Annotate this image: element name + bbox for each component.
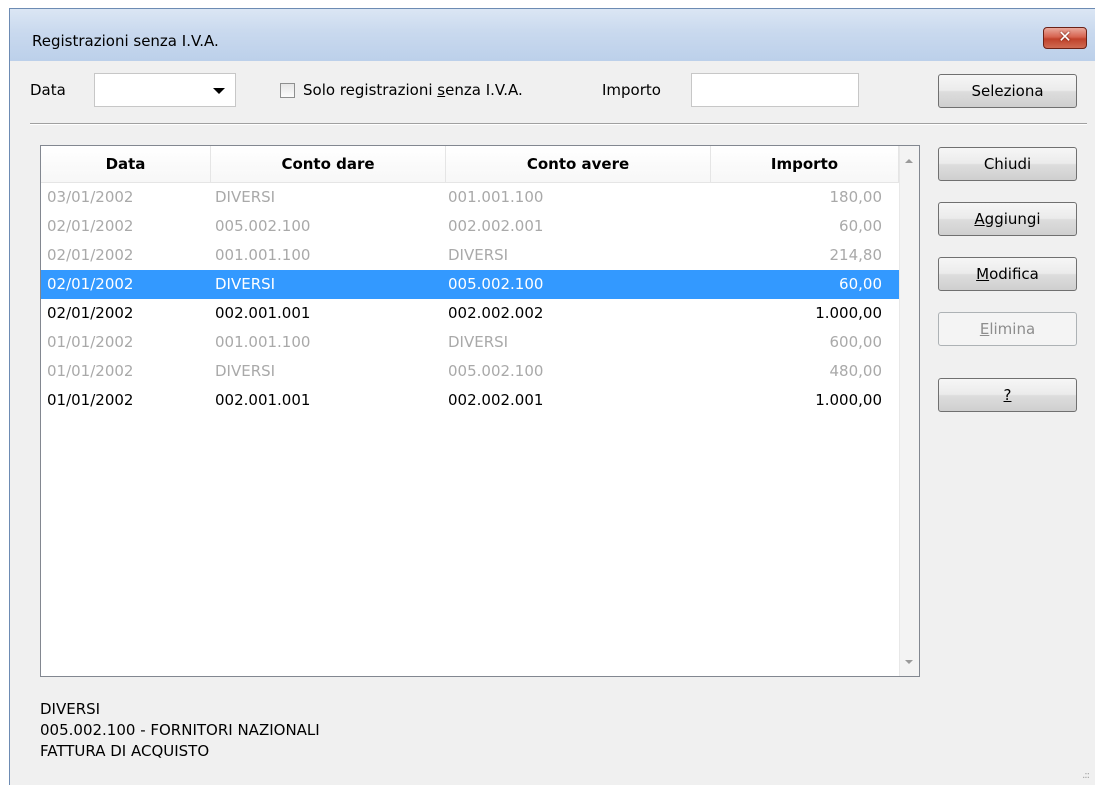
aggiungi-label: ggiungi	[984, 210, 1041, 228]
aggiungi-button[interactable]: Aggiungi	[938, 202, 1077, 236]
cell-importo: 60,00	[839, 275, 882, 293]
column-header-conto-dare[interactable]: Conto dare	[211, 146, 446, 182]
separator	[30, 123, 1087, 125]
cell-conto-avere: 002.002.001	[448, 391, 544, 409]
table-row[interactable]: 01/01/2002 002.001.001 002.002.001 1.000…	[41, 386, 899, 415]
cell-importo: 600,00	[829, 333, 883, 351]
chiudi-button[interactable]: Chiudi	[938, 147, 1077, 181]
cell-data: 03/01/2002	[47, 188, 134, 206]
table-row[interactable]: 02/01/2002 002.001.001 002.002.002 1.000…	[41, 299, 899, 328]
cell-data: 02/01/2002	[47, 246, 134, 264]
column-header-importo[interactable]: Importo	[711, 146, 899, 182]
table-row[interactable]: 01/01/2002 001.001.100 DIVERSI 600,00	[41, 328, 899, 357]
cell-conto-avere: 005.002.100	[448, 362, 544, 380]
cell-conto-dare: 002.001.001	[215, 304, 311, 322]
column-header-data[interactable]: Data	[41, 146, 211, 182]
detail-line-2: 005.002.100 - FORNITORI NAZIONALI	[40, 721, 320, 739]
cell-data: 02/01/2002	[47, 304, 134, 322]
scroll-down-arrow-icon[interactable]	[905, 660, 913, 664]
cell-conto-avere: 001.001.100	[448, 188, 544, 206]
resize-grip-icon[interactable]: .::	[1082, 770, 1090, 781]
cell-conto-dare: 002.001.001	[215, 391, 311, 409]
detail-line-3: FATTURA DI ACQUISTO	[40, 742, 210, 760]
dialog-window: Registrazioni senza I.V.A. ✕ Data Solo r…	[9, 8, 1095, 785]
solo-label-mnemonic: s	[437, 81, 446, 99]
table-row[interactable]: 03/01/2002 DIVERSI 001.001.100 180,00	[41, 183, 899, 212]
data-combobox[interactable]	[94, 73, 236, 107]
cell-data: 02/01/2002	[47, 275, 134, 293]
cell-conto-dare: 001.001.100	[215, 246, 311, 264]
cell-conto-avere: DIVERSI	[448, 333, 509, 351]
title-bar[interactable]: Registrazioni senza I.V.A. ✕	[10, 9, 1095, 61]
aggiungi-mnemonic: A	[974, 210, 985, 228]
importo-label: Importo	[602, 81, 661, 99]
cell-importo: 180,00	[829, 188, 883, 206]
modifica-mnemonic: M	[976, 265, 990, 283]
window-title: Registrazioni senza I.V.A.	[32, 32, 219, 50]
close-button[interactable]: ✕	[1043, 27, 1087, 49]
solo-label-part1: Solo registrazioni	[303, 81, 438, 99]
cell-data: 02/01/2002	[47, 217, 134, 235]
cell-conto-avere: DIVERSI	[448, 246, 509, 264]
help-button[interactable]: ?	[938, 378, 1077, 412]
cell-importo: 1.000,00	[815, 391, 882, 409]
cell-conto-dare: 001.001.100	[215, 333, 311, 351]
cell-data: 01/01/2002	[47, 333, 134, 351]
table-row-selected[interactable]: 02/01/2002 DIVERSI 005.002.100 60,00	[41, 270, 899, 299]
chevron-down-icon[interactable]	[213, 88, 225, 94]
seleziona-button[interactable]: Seleziona	[938, 74, 1077, 108]
solo-senza-iva-label[interactable]: Solo registrazioni senza I.V.A.	[303, 81, 523, 99]
cell-conto-dare: 005.002.100	[215, 217, 311, 235]
registrazioni-list[interactable]: Data Conto dare Conto avere Importo 03/0…	[40, 145, 920, 677]
data-label: Data	[30, 81, 66, 99]
cell-conto-dare: DIVERSI	[215, 362, 276, 380]
cell-data: 01/01/2002	[47, 391, 134, 409]
cell-importo: 60,00	[839, 217, 882, 235]
cell-conto-dare: DIVERSI	[215, 275, 276, 293]
elimina-label: limina	[989, 320, 1036, 338]
elimina-button[interactable]: Elimina	[938, 312, 1077, 346]
cell-conto-avere: 002.002.001	[448, 217, 544, 235]
detail-line-1: DIVERSI	[40, 700, 101, 718]
modifica-label: odifica	[989, 265, 1039, 283]
cell-importo: 480,00	[829, 362, 883, 380]
modifica-button[interactable]: Modifica	[938, 257, 1077, 291]
scroll-up-arrow-icon[interactable]	[905, 159, 913, 163]
close-icon: ✕	[1058, 27, 1072, 46]
cell-importo: 1.000,00	[815, 304, 882, 322]
vertical-scrollbar[interactable]	[899, 146, 919, 676]
solo-label-part2: enza I.V.A.	[445, 81, 523, 99]
cell-importo: 214,80	[829, 246, 883, 264]
importo-input[interactable]	[691, 73, 859, 107]
cell-conto-avere: 002.002.002	[448, 304, 544, 322]
solo-senza-iva-checkbox[interactable]	[280, 83, 295, 98]
list-header: Data Conto dare Conto avere Importo	[41, 146, 899, 183]
cell-conto-dare: DIVERSI	[215, 188, 276, 206]
column-header-conto-avere[interactable]: Conto avere	[446, 146, 711, 182]
table-row[interactable]: 02/01/2002 005.002.100 002.002.001 60,00	[41, 212, 899, 241]
cell-conto-avere: 005.002.100	[448, 275, 544, 293]
list-rows: 03/01/2002 DIVERSI 001.001.100 180,00 02…	[41, 183, 899, 415]
help-label: ?	[1003, 386, 1012, 404]
table-row[interactable]: 01/01/2002 DIVERSI 005.002.100 480,00	[41, 357, 899, 386]
cell-data: 01/01/2002	[47, 362, 134, 380]
table-row[interactable]: 02/01/2002 001.001.100 DIVERSI 214,80	[41, 241, 899, 270]
elimina-mnemonic: E	[979, 320, 990, 338]
